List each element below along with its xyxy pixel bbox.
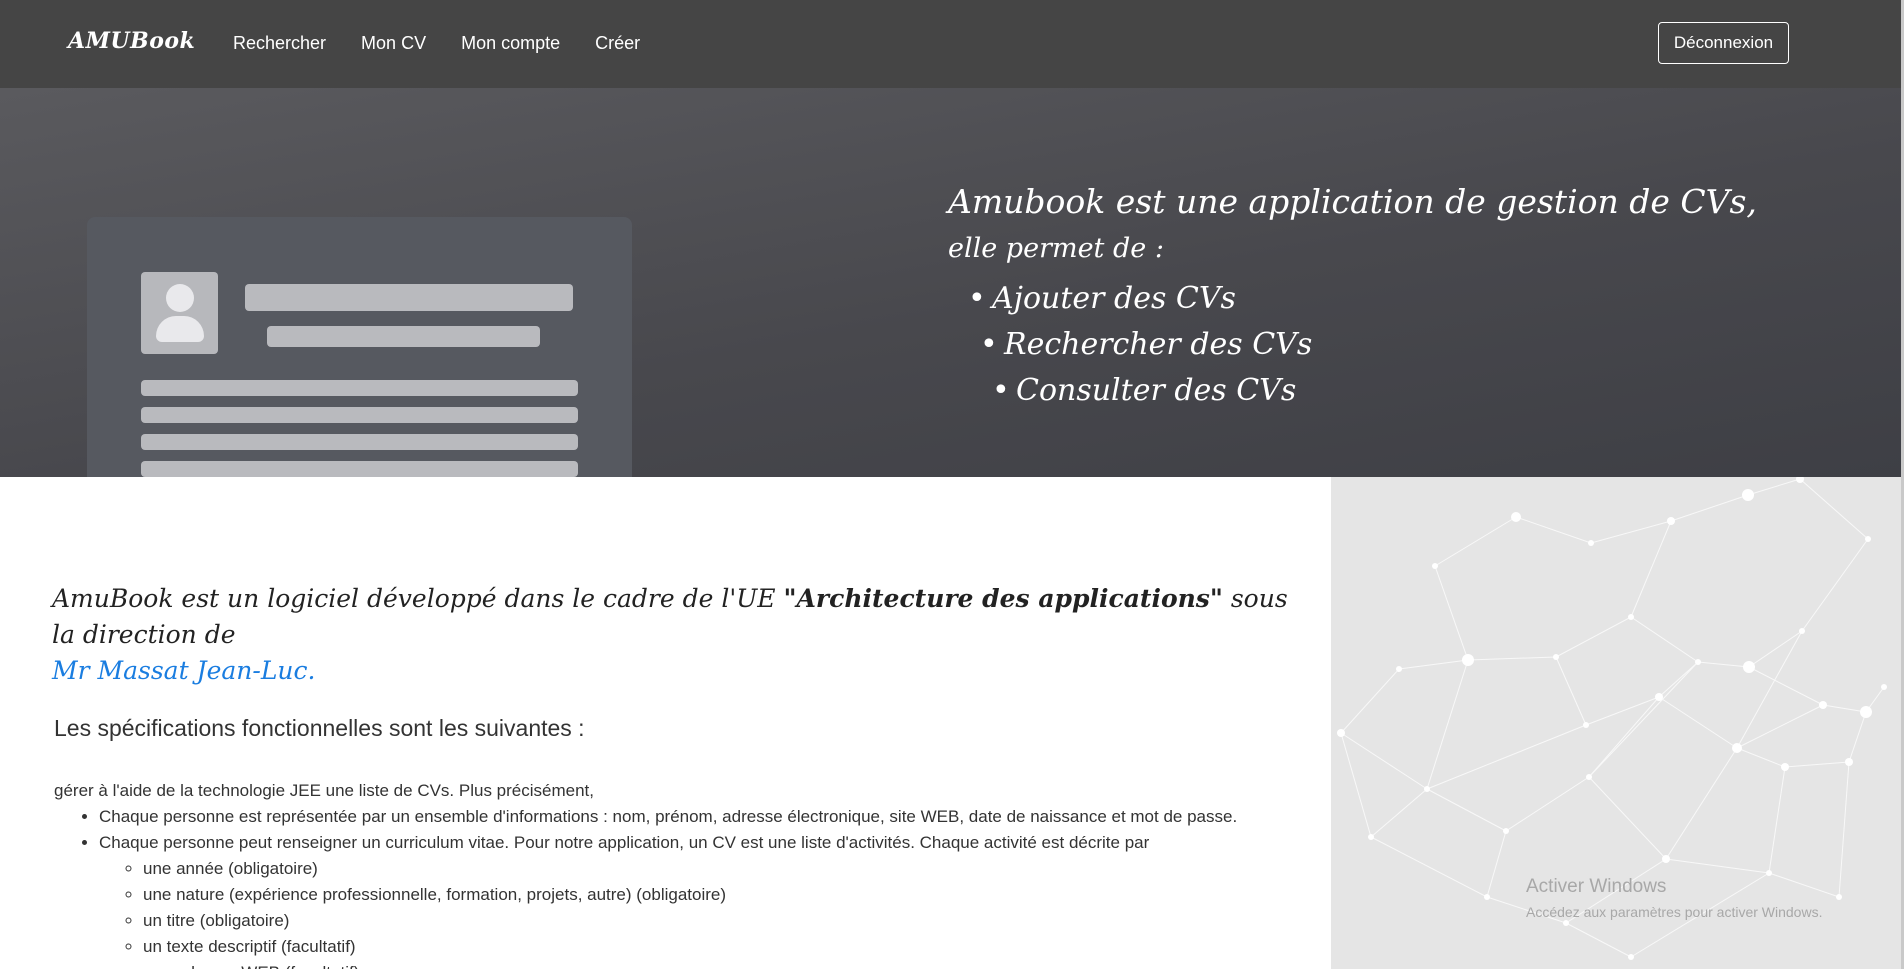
- logout-button[interactable]: Déconnexion: [1658, 22, 1789, 64]
- hero-text: Amubook est une application de gestion d…: [948, 178, 1757, 414]
- cv-placeholder-line: [141, 407, 578, 423]
- intro-prefix: AmuBook est un logiciel développé dans l…: [52, 584, 784, 613]
- nav-link-rechercher[interactable]: Rechercher: [233, 33, 326, 54]
- watermark-subtitle: Accédez aux paramètres pour activer Wind…: [1526, 904, 1823, 920]
- specs-item: Chaque personne est représentée par un e…: [99, 804, 1314, 830]
- specs-subitem: un texte descriptif (facultatif): [143, 934, 1314, 960]
- avatar-placeholder-icon: [141, 272, 218, 354]
- cv-placeholder-line: [141, 380, 578, 396]
- brand-logo[interactable]: AMUBook: [68, 28, 195, 54]
- nav-link-mon-compte[interactable]: Mon compte: [461, 33, 560, 54]
- specs-subitem: une année (obligatoire): [143, 856, 1314, 882]
- avatar-head: [166, 284, 194, 312]
- specs-subitem: un titre (obligatoire): [143, 908, 1314, 934]
- windows-activation-watermark: Activer Windows Accédez aux paramètres p…: [1526, 876, 1822, 920]
- cv-illustration: [87, 217, 632, 477]
- hero-banner: Amubook est une application de gestion d…: [0, 88, 1904, 477]
- cv-placeholder-line: [245, 284, 573, 311]
- hero-subtitle: elle permet de :: [948, 233, 1164, 264]
- nav-link-creer[interactable]: Créer: [595, 33, 640, 54]
- hero-feature-item: Rechercher des CVs: [980, 322, 1757, 368]
- specs-item-text: Chaque personne peut renseigner un curri…: [99, 833, 1150, 852]
- cv-placeholder-line: [141, 434, 578, 450]
- specs-item: Chaque personne peut renseigner un curri…: [99, 830, 1314, 969]
- cv-placeholder-line: [141, 461, 578, 477]
- cv-placeholder-line: [267, 326, 540, 347]
- main-content: AmuBook est un logiciel développé dans l…: [0, 477, 1331, 969]
- hero-feature-item: Consulter des CVs: [992, 368, 1757, 414]
- teacher-link[interactable]: Mr Massat Jean-Luc.: [52, 656, 315, 685]
- navbar: AMUBook Rechercher Mon CV Mon compte Cré…: [0, 0, 1904, 88]
- hero-feature-list: Ajouter des CVs Rechercher des CVs Consu…: [948, 276, 1757, 414]
- avatar-shoulders: [156, 316, 204, 342]
- specs-subitem: une adresse WEB (facultatif): [143, 960, 1314, 969]
- hero-title: Amubook est une application de gestion d…: [948, 182, 1757, 221]
- intro-course: "Architecture des applications": [783, 584, 1223, 613]
- nav-link-mon-cv[interactable]: Mon CV: [361, 33, 426, 54]
- hero-feature-item: Ajouter des CVs: [968, 276, 1757, 322]
- specs-sublist: une année (obligatoire) une nature (expé…: [99, 856, 1314, 969]
- intro-paragraph: AmuBook est un logiciel développé dans l…: [52, 581, 1302, 689]
- specs-subitem: une nature (expérience professionnelle, …: [143, 882, 1314, 908]
- specs-heading: Les spécifications fonctionnelles sont l…: [54, 715, 585, 741]
- specs-body: gérer à l'aide de la technologie JEE une…: [54, 778, 1314, 969]
- specs-lead: gérer à l'aide de la technologie JEE une…: [54, 781, 594, 800]
- watermark-title: Activer Windows: [1526, 876, 1667, 897]
- specs-list: Chaque personne est représentée par un e…: [54, 804, 1314, 969]
- nav-links: Rechercher Mon CV Mon compte Créer: [233, 33, 640, 54]
